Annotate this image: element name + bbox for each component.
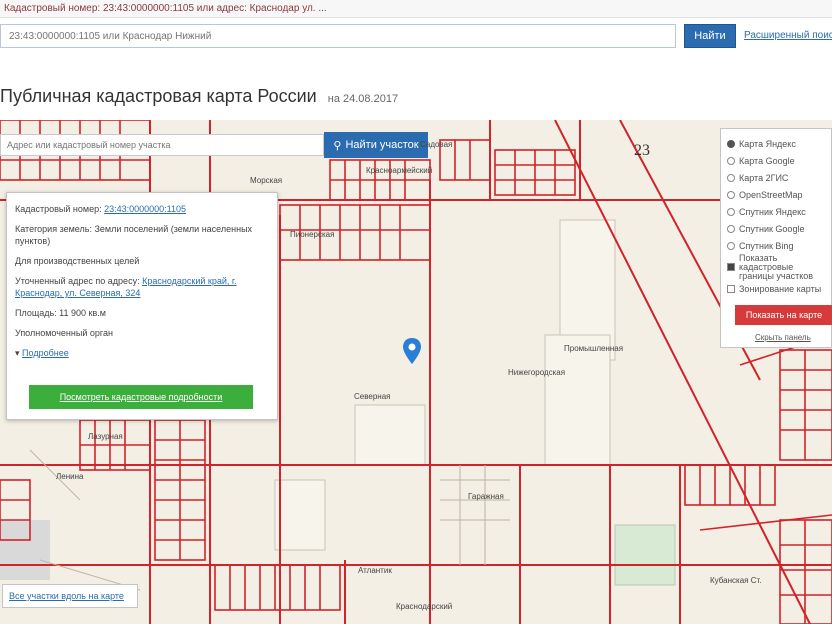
street-label-kubanskaya: Кубанская Ст.	[710, 576, 762, 585]
radio-icon	[727, 241, 735, 250]
address-label: Уточненный адрес по адресу:	[15, 276, 140, 286]
show-on-map-button[interactable]: Показать на карте	[735, 305, 832, 325]
layer-option-yandex-map[interactable]: Карта Яндекс	[727, 135, 825, 152]
map-find-button[interactable]: ⚲ Найти участок	[324, 132, 428, 158]
hide-panel-link[interactable]: Скрыть панель	[755, 333, 811, 342]
more-link[interactable]: Подробнее	[22, 348, 69, 358]
address-row: Уточненный адрес по адресу: Краснодарски…	[15, 275, 269, 299]
radio-icon	[727, 173, 735, 182]
layer-option-label: Спутник Google	[739, 223, 805, 234]
radio-icon	[727, 207, 735, 216]
layer-option-label: OpenStreetMap	[739, 189, 803, 200]
map-search-input[interactable]	[0, 134, 324, 156]
land-usage: Для производственных целей	[15, 256, 140, 266]
checkbox-icon	[727, 263, 735, 271]
layer-option-label: Спутник Яндекс	[739, 206, 806, 217]
zone-number: 23	[634, 142, 650, 159]
land-category: Категория земель: Земли поселений (земли…	[15, 224, 253, 246]
layer-option-2gis-map[interactable]: Карта 2ГИС	[727, 169, 825, 186]
radio-icon	[727, 139, 735, 148]
map-find-label: Найти участок	[345, 139, 419, 151]
top-status-strip: Кадастровый номер: 23:43:0000000:1105 ил…	[0, 0, 832, 18]
page-title: Публичная кадастровая карта России на 24…	[0, 86, 398, 107]
cadastral-number-label: Кадастровый номер:	[15, 204, 102, 214]
triangle-down-icon: ▾	[15, 348, 20, 358]
street-label-lazurnaya: Лазурная	[88, 432, 123, 441]
layer-option-label: Спутник Bing	[739, 240, 794, 251]
cadastral-number-row: Кадастровый номер: 23:43:0000000:1105	[15, 203, 269, 215]
page-title-text: Публичная кадастровая карта России	[0, 86, 317, 106]
street-label-morskaya: Морская	[250, 176, 283, 185]
layer-option-google-satellite[interactable]: Спутник Google	[727, 220, 825, 237]
radio-icon	[727, 156, 735, 165]
layer-option-label: Карта 2ГИС	[739, 172, 789, 183]
street-label-atlantik: Атлантик	[358, 566, 392, 575]
layer-option-yandex-satellite[interactable]: Спутник Яндекс	[727, 203, 825, 220]
street-label-lenina: Ленина	[56, 472, 84, 481]
area-value: Площадь: 11 900 кв.м	[15, 308, 106, 318]
search-bar: Найти Расширенный поиск	[0, 22, 832, 52]
street-label-krasnodarsky: Краснодарский	[396, 602, 453, 611]
street-label-garazhnaya: Гаражная	[468, 492, 504, 501]
search-icon: ⚲	[333, 139, 342, 152]
advanced-search-link[interactable]: Расширенный поиск	[744, 30, 832, 41]
layer-option-google-map[interactable]: Карта Google	[727, 152, 825, 169]
street-label-promyshlennaya: Промышленная	[564, 344, 624, 353]
find-button[interactable]: Найти	[684, 24, 736, 48]
view-details-button[interactable]: Посмотреть кадастровые подробности	[29, 385, 253, 409]
owner-value: Уполномоченный орган	[15, 328, 113, 338]
layer-option-osm[interactable]: OpenStreetMap	[727, 186, 825, 203]
layer-option-label: Карта Google	[739, 155, 795, 166]
zoning-toggle[interactable]: Зонирование карты	[727, 280, 825, 297]
radio-icon	[727, 224, 735, 233]
cadastral-borders-label: Показать кадастровые границы участков	[739, 252, 814, 281]
cadastral-map[interactable]: ⚲ Найти участок 23 Красноармейский Красн…	[0, 120, 832, 624]
radio-icon	[727, 190, 735, 199]
parcel-info-popup: Кадастровый номер: 23:43:0000000:1105 Ка…	[6, 192, 278, 420]
cadastral-borders-toggle[interactable]: Показать кадастровые границы участков	[727, 252, 825, 281]
layer-option-label: Карта Яндекс	[739, 138, 796, 149]
street-label-krasnoarmeysky: Красноармейский	[366, 166, 433, 175]
layers-panel: Карта Яндекс Карта Google Карта 2ГИС Ope…	[720, 128, 832, 348]
search-input[interactable]	[0, 24, 676, 48]
checkbox-icon	[727, 284, 735, 293]
street-label-nizhegorodskaya: Нижегородская	[508, 368, 566, 377]
page-date: на 24.08.2017	[327, 93, 399, 105]
street-label-severnaya: Северная	[354, 392, 391, 401]
layer-option-bing-satellite[interactable]: Спутник Bing	[727, 237, 825, 254]
more-toggle[interactable]: ▾ Подробнее	[15, 347, 269, 359]
cadastral-number-link[interactable]: 23:43:0000000:1105	[104, 204, 186, 214]
street-label-sadovaya: Садовая	[420, 140, 453, 149]
all-parcels-link[interactable]: Все участки вдоль на карте	[2, 584, 138, 608]
street-label-pionerskaya: Пионерская	[290, 230, 335, 239]
zoning-label: Зонирование карты	[739, 283, 822, 294]
